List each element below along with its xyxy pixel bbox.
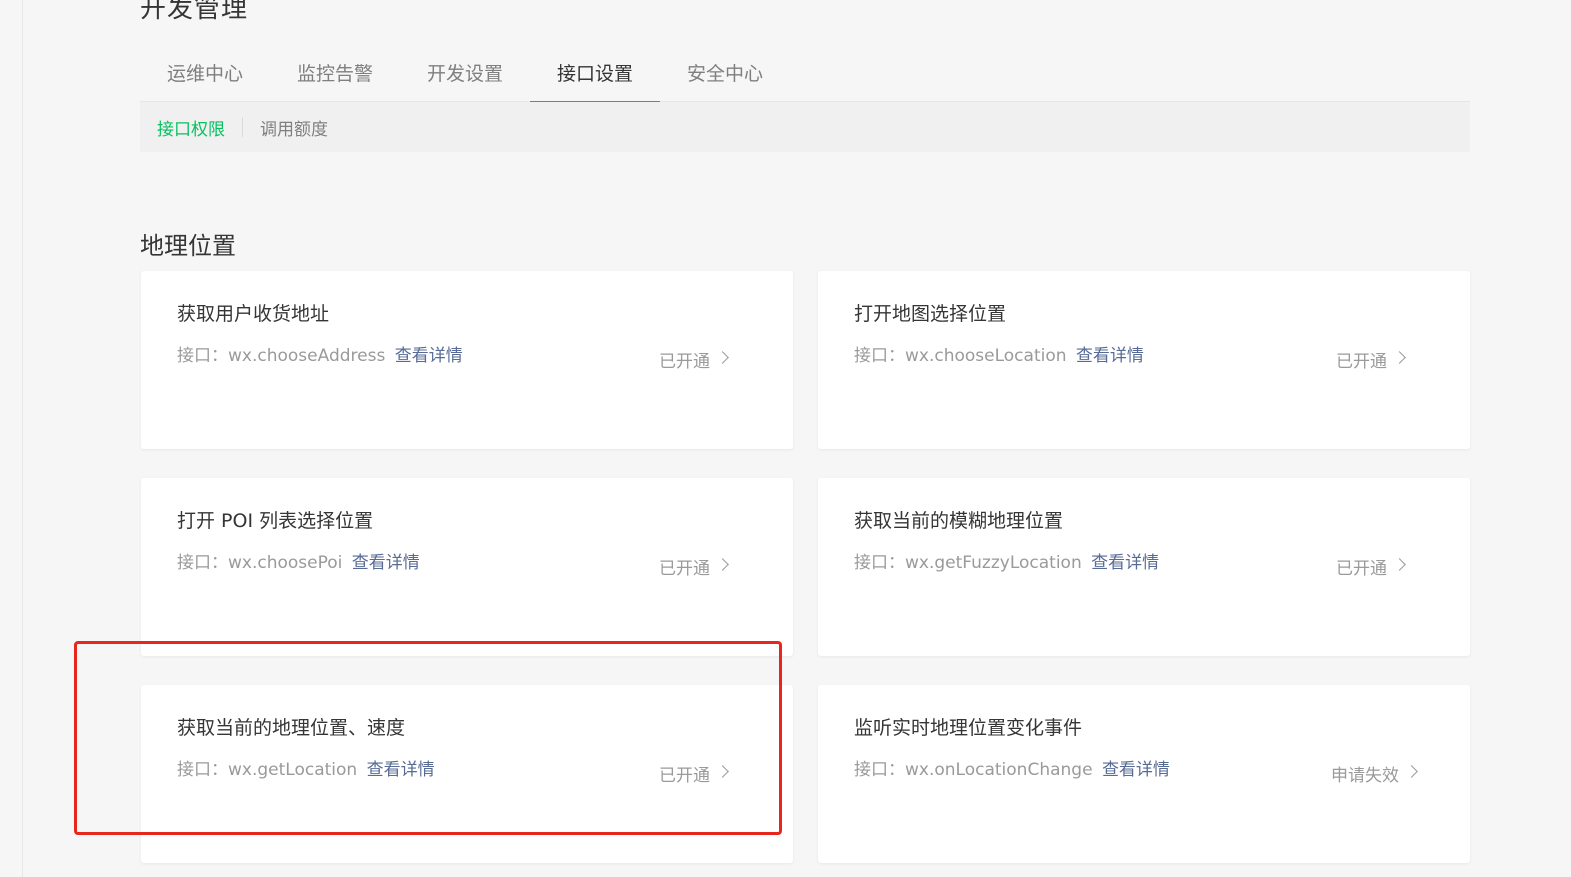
tab-security-center[interactable]: 安全中心 [660,48,790,102]
card-api-line: 接口：wx.getLocation 查看详情 [177,755,435,780]
status-link[interactable]: 已开通 [1336,347,1406,372]
api-card-on-location-change: 监听实时地理位置变化事件 接口：wx.onLocationChange 查看详情… [818,685,1470,863]
chevron-right-icon [1393,351,1406,364]
chevron-right-icon [716,351,729,364]
view-details-link[interactable]: 查看详情 [395,346,463,366]
card-api-line: 接口：wx.choosePoi 查看详情 [177,548,420,573]
status-link[interactable]: 已开通 [659,761,729,786]
view-details-link[interactable]: 查看详情 [1102,760,1170,780]
status-label: 已开通 [1336,352,1387,372]
api-label: 接口： [177,346,228,366]
card-api-line: 接口：wx.chooseAddress 查看详情 [177,341,463,366]
card-title: 打开地图选择位置 [854,303,1007,325]
page-title: 开发管理 [140,0,249,24]
section-title: 地理位置 [140,232,236,260]
api-card-choose-poi: 打开 POI 列表选择位置 接口：wx.choosePoi 查看详情 已开通 [141,478,793,656]
api-label: 接口： [854,760,905,780]
api-card-choose-address: 获取用户收货地址 接口：wx.chooseAddress 查看详情 已开通 [141,271,793,449]
view-details-link[interactable]: 查看详情 [1076,346,1144,366]
api-name: wx.chooseAddress [228,346,386,366]
subtab-bar: 接口权限 调用额度 [140,102,1470,152]
api-name: wx.chooseLocation [905,346,1067,366]
chevron-right-icon [1405,765,1418,778]
api-card-choose-location: 打开地图选择位置 接口：wx.chooseLocation 查看详情 已开通 [818,271,1470,449]
status-label: 已开通 [659,352,710,372]
card-title: 获取当前的模糊地理位置 [854,510,1064,532]
chevron-right-icon [716,765,729,778]
status-label: 已开通 [659,559,710,579]
view-details-link[interactable]: 查看详情 [1091,553,1159,573]
view-details-link[interactable]: 查看详情 [352,553,420,573]
tab-bar: 运维中心 监控告警 开发设置 接口设置 安全中心 [140,48,1470,103]
api-label: 接口： [854,346,905,366]
chevron-right-icon [716,558,729,571]
status-label: 申请失效 [1331,766,1399,786]
status-link[interactable]: 已开通 [659,554,729,579]
card-title: 获取用户收货地址 [177,303,330,325]
card-title: 监听实时地理位置变化事件 [854,717,1083,739]
api-card-get-location: 获取当前的地理位置、速度 接口：wx.getLocation 查看详情 已开通 [141,685,793,863]
tab-monitoring-alerts[interactable]: 监控告警 [270,48,400,102]
card-title: 打开 POI 列表选择位置 [177,510,374,532]
api-card-get-fuzzy-location: 获取当前的模糊地理位置 接口：wx.getFuzzyLocation 查看详情 … [818,478,1470,656]
api-label: 接口： [854,553,905,573]
api-name: wx.getFuzzyLocation [905,553,1082,573]
status-link[interactable]: 申请失效 [1331,761,1418,786]
card-api-line: 接口：wx.onLocationChange 查看详情 [854,755,1170,780]
subtab-divider [242,117,243,137]
left-rail [0,0,23,877]
api-name: wx.onLocationChange [905,760,1093,780]
main-content: 开发管理 运维中心 监控告警 开发设置 接口设置 安全中心 接口权限 调用额度 … [24,0,1571,877]
api-name: wx.getLocation [228,760,358,780]
status-link[interactable]: 已开通 [659,347,729,372]
view-details-link[interactable]: 查看详情 [367,760,435,780]
subtab-call-quota[interactable]: 调用额度 [260,115,328,140]
status-label: 已开通 [1336,559,1387,579]
api-name: wx.choosePoi [228,553,343,573]
tab-dev-settings[interactable]: 开发设置 [400,48,530,102]
api-label: 接口： [177,760,228,780]
tab-ops-center[interactable]: 运维中心 [140,48,270,102]
subtab-api-permissions[interactable]: 接口权限 [157,115,225,140]
chevron-right-icon [1393,558,1406,571]
api-label: 接口： [177,553,228,573]
status-label: 已开通 [659,766,710,786]
card-api-line: 接口：wx.chooseLocation 查看详情 [854,341,1144,366]
status-link[interactable]: 已开通 [1336,554,1406,579]
card-title: 获取当前的地理位置、速度 [177,717,406,739]
card-api-line: 接口：wx.getFuzzyLocation 查看详情 [854,548,1159,573]
tab-api-settings[interactable]: 接口设置 [530,48,660,103]
